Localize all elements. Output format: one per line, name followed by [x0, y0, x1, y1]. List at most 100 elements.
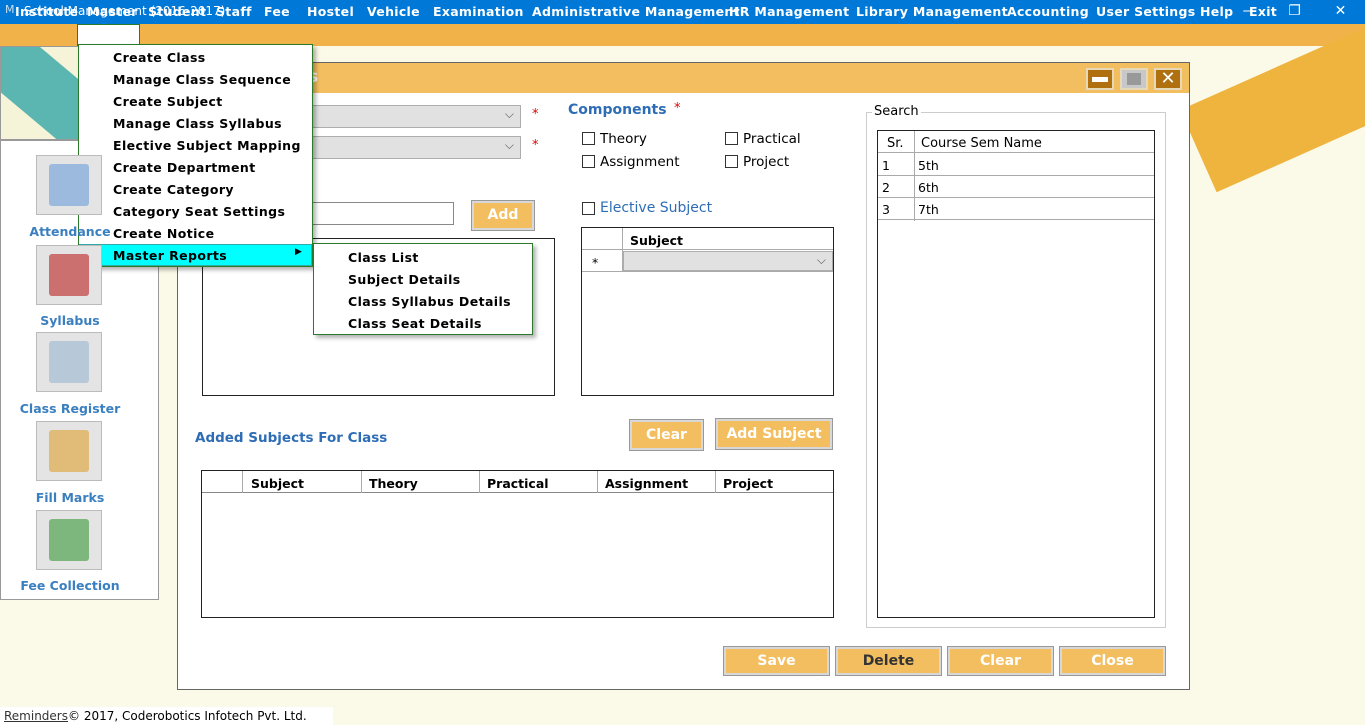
- sidebar-fee-collection-label[interactable]: Fee Collection: [0, 578, 140, 593]
- menu-fee[interactable]: Fee: [264, 4, 290, 19]
- menu-item-master-reports[interactable]: Master Reports: [113, 248, 227, 263]
- menu-library-management[interactable]: Library Management: [856, 4, 1008, 19]
- column-header-sr: Sr.: [887, 136, 904, 151]
- menu-user-settings[interactable]: User Settings: [1096, 4, 1196, 19]
- assignment-checkbox[interactable]: [582, 155, 595, 168]
- sidebar-syllabus-label[interactable]: Syllabus: [0, 313, 140, 328]
- new-row-marker: *: [592, 255, 599, 270]
- required-mark: *: [532, 138, 539, 153]
- sidebar-syllabus-icon[interactable]: [36, 245, 102, 305]
- column-header-course-sem-name: Course Sem Name: [921, 136, 1042, 151]
- close-button[interactable]: Close: [1059, 646, 1166, 676]
- menu-accounting[interactable]: Accounting: [1007, 4, 1089, 19]
- menu-staff[interactable]: Staff: [216, 4, 252, 19]
- submenu-item-subject-details[interactable]: Subject Details: [348, 272, 461, 287]
- menu-item-create-category[interactable]: Create Category: [113, 182, 234, 197]
- added-subjects-grid: Subject Theory Practical Assignment Project: [201, 470, 834, 618]
- column-header-practical: Practical: [487, 476, 549, 491]
- practical-label: Practical: [743, 131, 801, 147]
- added-subjects-label: Added Subjects For Class: [195, 430, 388, 446]
- menu-institute[interactable]: Institute: [15, 4, 78, 19]
- course-sem-cell: 7th: [918, 202, 939, 217]
- elective-subject-grid: Subject *: [581, 227, 834, 396]
- save-button[interactable]: Save: [723, 646, 830, 676]
- menu-student[interactable]: Student: [148, 4, 206, 19]
- restore-button[interactable]: ❐: [1272, 0, 1317, 24]
- menu-administrative-management[interactable]: Administrative Management: [532, 4, 740, 19]
- sidebar-class-register-label[interactable]: Class Register: [0, 401, 140, 416]
- sr-cell: 1: [882, 158, 890, 173]
- submenu-arrow-icon: ▶: [295, 247, 302, 257]
- course-sem-grid: Sr. Course Sem Name 1 5th 2 6th 3 7th: [877, 130, 1155, 618]
- copyright-text: © 2017, Coderobotics Infotech Pvt. Ltd.: [68, 709, 307, 723]
- search-label: Search: [872, 104, 921, 119]
- menu-item-category-seat-settings[interactable]: Category Seat Settings: [113, 204, 285, 219]
- close-button[interactable]: ✕: [1318, 0, 1363, 24]
- table-row[interactable]: 1 5th: [878, 154, 1154, 176]
- menu-bar: [0, 24, 1365, 46]
- column-header-project: Project: [723, 476, 774, 491]
- components-label: Components: [568, 102, 667, 118]
- menu-hostel[interactable]: Hostel: [307, 4, 354, 19]
- column-header-assignment: Assignment: [605, 476, 689, 491]
- reminders-link[interactable]: Reminders: [4, 709, 68, 723]
- project-checkbox[interactable]: [725, 155, 738, 168]
- column-header-theory: Theory: [369, 476, 418, 491]
- elective-subject-checkbox[interactable]: [582, 202, 595, 215]
- sr-cell: 3: [882, 202, 890, 217]
- menu-exit[interactable]: Exit: [1249, 4, 1277, 19]
- master-reports-submenu: Class List Subject Details Class Syllabus …: [313, 243, 533, 335]
- menu-item-create-class[interactable]: Create Class: [113, 50, 206, 65]
- menu-master[interactable]: Master: [87, 4, 138, 19]
- course-sem-cell: 5th: [918, 158, 939, 173]
- class-select[interactable]: [290, 105, 521, 128]
- menu-item-create-subject[interactable]: Create Subject: [113, 94, 223, 109]
- submenu-item-class-list[interactable]: Class List: [348, 250, 419, 265]
- sidebar-attendance-label[interactable]: Attendance: [0, 224, 140, 239]
- table-row[interactable]: 3 7th: [878, 198, 1154, 220]
- sidebar-attendance-icon[interactable]: [36, 155, 102, 215]
- search-grid-header: Sr. Course Sem Name: [878, 131, 1154, 153]
- menu-item-create-department[interactable]: Create Department: [113, 160, 256, 175]
- menu-help[interactable]: Help: [1200, 4, 1233, 19]
- elective-subject-label: Elective Subject: [600, 200, 713, 216]
- submenu-item-class-seat-details[interactable]: Class Seat Details: [348, 316, 482, 331]
- menu-examination[interactable]: Examination: [433, 4, 524, 19]
- theory-label: Theory: [600, 131, 647, 147]
- practical-checkbox[interactable]: [725, 132, 738, 145]
- submenu-item-class-syllabus-details[interactable]: Class Syllabus Details: [348, 294, 511, 309]
- window-minimize-button[interactable]: [1086, 68, 1114, 90]
- sr-cell: 2: [882, 180, 890, 195]
- menu-item-manage-class-sequence[interactable]: Manage Class Sequence: [113, 72, 291, 87]
- add-subject-button[interactable]: Add Subject: [715, 418, 833, 450]
- table-row[interactable]: 2 6th: [878, 176, 1154, 198]
- elective-subject-select[interactable]: [623, 251, 833, 271]
- column-header-subject: Subject: [630, 233, 683, 248]
- clear-button[interactable]: Clear: [947, 646, 1054, 676]
- assignment-label: Assignment: [600, 154, 680, 170]
- delete-button[interactable]: Delete: [835, 646, 942, 676]
- clear-subject-button[interactable]: Clear: [629, 419, 704, 451]
- required-mark: *: [532, 107, 539, 122]
- sidebar-fill-marks-icon[interactable]: [36, 421, 102, 481]
- window-maximize-button[interactable]: [1120, 68, 1148, 90]
- menu-item-manage-class-syllabus[interactable]: Manage Class Syllabus: [113, 116, 282, 131]
- master-menu-highlight: [77, 24, 140, 46]
- sidebar-fill-marks-label[interactable]: Fill Marks: [0, 490, 140, 505]
- section-select[interactable]: [290, 136, 521, 159]
- menu-vehicle[interactable]: Vehicle: [367, 4, 420, 19]
- course-sem-cell: 6th: [918, 180, 939, 195]
- subject-input[interactable]: [310, 202, 454, 225]
- window-close-icon[interactable]: ✕: [1154, 68, 1182, 90]
- theory-checkbox[interactable]: [582, 132, 595, 145]
- add-button[interactable]: Add: [471, 200, 535, 231]
- project-label: Project: [743, 154, 790, 170]
- required-mark: *: [674, 101, 681, 116]
- app-logo-icon: M: [5, 3, 15, 16]
- sidebar-class-register-icon[interactable]: [36, 332, 102, 392]
- menu-item-elective-subject-mapping[interactable]: Elective Subject Mapping: [113, 138, 301, 153]
- sidebar-fee-collection-icon[interactable]: [36, 510, 102, 570]
- column-header-subject: Subject: [251, 476, 304, 491]
- menu-hr-management[interactable]: HR Management: [729, 4, 849, 19]
- window-header: s ✕: [178, 63, 1189, 93]
